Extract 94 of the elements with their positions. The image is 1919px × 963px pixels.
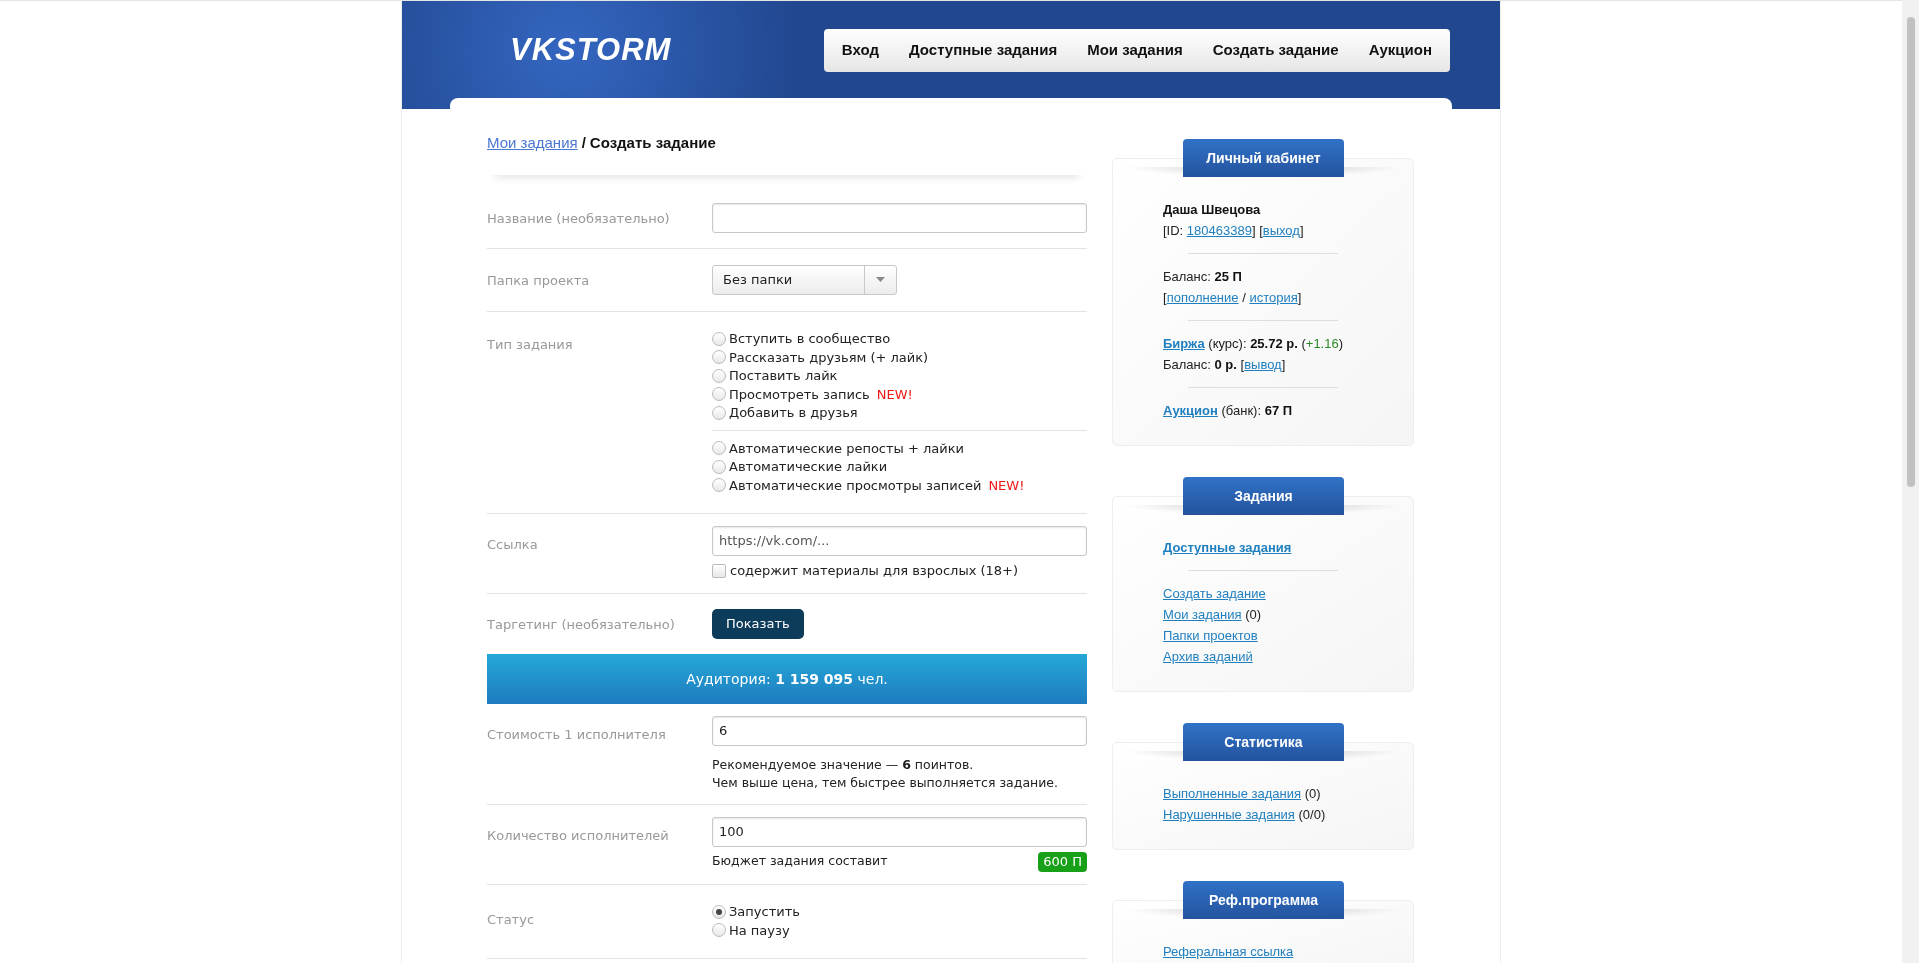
change-value: +1.16: [1305, 335, 1339, 353]
nav-link[interactable]: Создать задание: [1197, 39, 1354, 62]
nav-link[interactable]: Вход: [826, 39, 894, 62]
radio-label: Добавить в друзья: [729, 404, 858, 422]
page-title: Создать задание: [589, 133, 716, 153]
name-input[interactable]: [712, 202, 1087, 233]
hint-text: Рекомендуемое значение — 6 поинтов.: [712, 755, 975, 774]
text: Баланс:: [1163, 356, 1212, 374]
budget-label: Бюджет задания составит: [712, 852, 888, 871]
radio-label: Автоматические репосты + лайки: [729, 439, 964, 458]
box-title: Реф.программа: [1183, 881, 1344, 919]
radio-label: На паузу: [729, 921, 790, 940]
link[interactable]: Выполненные задания: [1163, 783, 1302, 804]
radio-label: Поставить лайк: [729, 367, 838, 385]
link[interactable]: Аукцион: [1163, 400, 1218, 421]
text: [: [1239, 356, 1245, 374]
radio-label: Просмотреть запись: [729, 385, 870, 404]
text: Баланс:: [1163, 268, 1212, 286]
audience-banner: Аудитория: 1 159 095 чел.: [487, 653, 1087, 704]
text: [: [1163, 289, 1167, 307]
text: /: [1241, 289, 1247, 307]
bold-text: 25 П: [1214, 268, 1242, 286]
field-label: Название (необязательно): [487, 210, 670, 226]
link[interactable]: Доступные задания: [1163, 537, 1292, 558]
text: (0): [1303, 785, 1321, 803]
radio-button[interactable]: [712, 923, 726, 938]
link[interactable]: Реферальная ссылка: [1163, 941, 1294, 962]
text: (0/0): [1297, 806, 1326, 824]
radio-button[interactable]: [712, 478, 726, 493]
field-label: Количество исполнителей: [487, 827, 669, 843]
link-input[interactable]: https://vk.com/...: [712, 525, 1087, 556]
checkbox[interactable]: [712, 563, 726, 578]
count-input[interactable]: 100: [712, 816, 1087, 847]
link[interactable]: Нарушенные задания: [1163, 804, 1295, 825]
link[interactable]: Биржа: [1163, 333, 1205, 354]
field-label: Статус: [487, 911, 535, 927]
text: ]: [1297, 289, 1302, 307]
breadcrumb-separator: /: [581, 133, 586, 153]
scrollbar[interactable]: [1902, 0, 1919, 963]
show-button[interactable]: Показать: [712, 608, 804, 639]
budget-value: 600 П: [1038, 851, 1087, 872]
bold-text: Даша Швецова: [1163, 201, 1261, 219]
nav-link[interactable]: Доступные задания: [893, 39, 1073, 62]
text: (0): [1244, 606, 1262, 624]
link[interactable]: 180463389: [1186, 220, 1252, 241]
link[interactable]: Мои задания: [1163, 604, 1242, 625]
nav-link[interactable]: Аукцион: [1353, 39, 1447, 62]
link[interactable]: вывод: [1244, 354, 1282, 375]
radio-label: Вступить в сообщество: [729, 330, 891, 348]
folder-select[interactable]: Без папки: [712, 264, 897, 295]
field-label: Таргетинг (необязательно): [487, 616, 675, 632]
radio-button[interactable]: [712, 331, 726, 346]
radio-label: Рассказать друзьям (+ лайк): [729, 348, 929, 367]
dropdown-arrow-icon: [876, 277, 885, 282]
box-title: Личный кабинет: [1183, 139, 1344, 177]
text: [ID:: [1163, 222, 1185, 240]
nav-link[interactable]: Мои задания: [1072, 39, 1198, 62]
box-title: Статистика: [1183, 723, 1344, 761]
new-label: NEW!: [876, 385, 913, 404]
radio-label: Запустить: [729, 903, 800, 921]
field-label: Ссылка: [487, 536, 538, 552]
link[interactable]: Архив заданий: [1163, 646, 1253, 667]
box-title: Задания: [1183, 477, 1344, 515]
radio-button[interactable]: [712, 441, 726, 456]
radio-button[interactable]: [712, 368, 726, 383]
checkbox-label: содержит материалы для взрослых (18+): [730, 561, 1019, 580]
text: ] [: [1251, 222, 1263, 240]
link[interactable]: история: [1249, 287, 1298, 308]
radio-button[interactable]: [712, 904, 726, 919]
text: (: [1300, 335, 1306, 353]
bold-text: 25.72 р.: [1250, 335, 1298, 353]
field-label: Стоимость 1 исполнителя: [487, 726, 666, 742]
link[interactable]: Папки проектов: [1163, 625, 1258, 646]
breadcrumb-link[interactable]: Мои задания: [487, 132, 578, 155]
radio-button[interactable]: [712, 350, 726, 365]
text: ]: [1299, 222, 1304, 240]
hint-text: Чем выше цена, тем быстрее выполняется задание.: [712, 773, 1060, 792]
bold-text: 0 р.: [1214, 356, 1237, 374]
cost-input[interactable]: 6: [712, 715, 1087, 746]
logo[interactable]: VKSTORM: [510, 27, 672, 74]
field-label: Папка проекта: [487, 272, 590, 288]
new-label: NEW!: [988, 476, 1025, 495]
radio-button[interactable]: [712, 459, 726, 474]
bold-text: 67 П: [1264, 402, 1293, 420]
link[interactable]: Создать задание: [1163, 583, 1266, 604]
radio-button[interactable]: [712, 387, 726, 402]
radio-label: Автоматические лайки: [729, 458, 888, 476]
radio-label: Автоматические просмотры записей: [729, 476, 982, 495]
field-label: Тип задания: [487, 336, 573, 352]
text: ]: [1281, 356, 1286, 374]
text: (курс):: [1207, 335, 1248, 353]
text: ): [1338, 335, 1344, 353]
radio-button[interactable]: [712, 405, 726, 420]
text: (банк):: [1220, 402, 1263, 420]
